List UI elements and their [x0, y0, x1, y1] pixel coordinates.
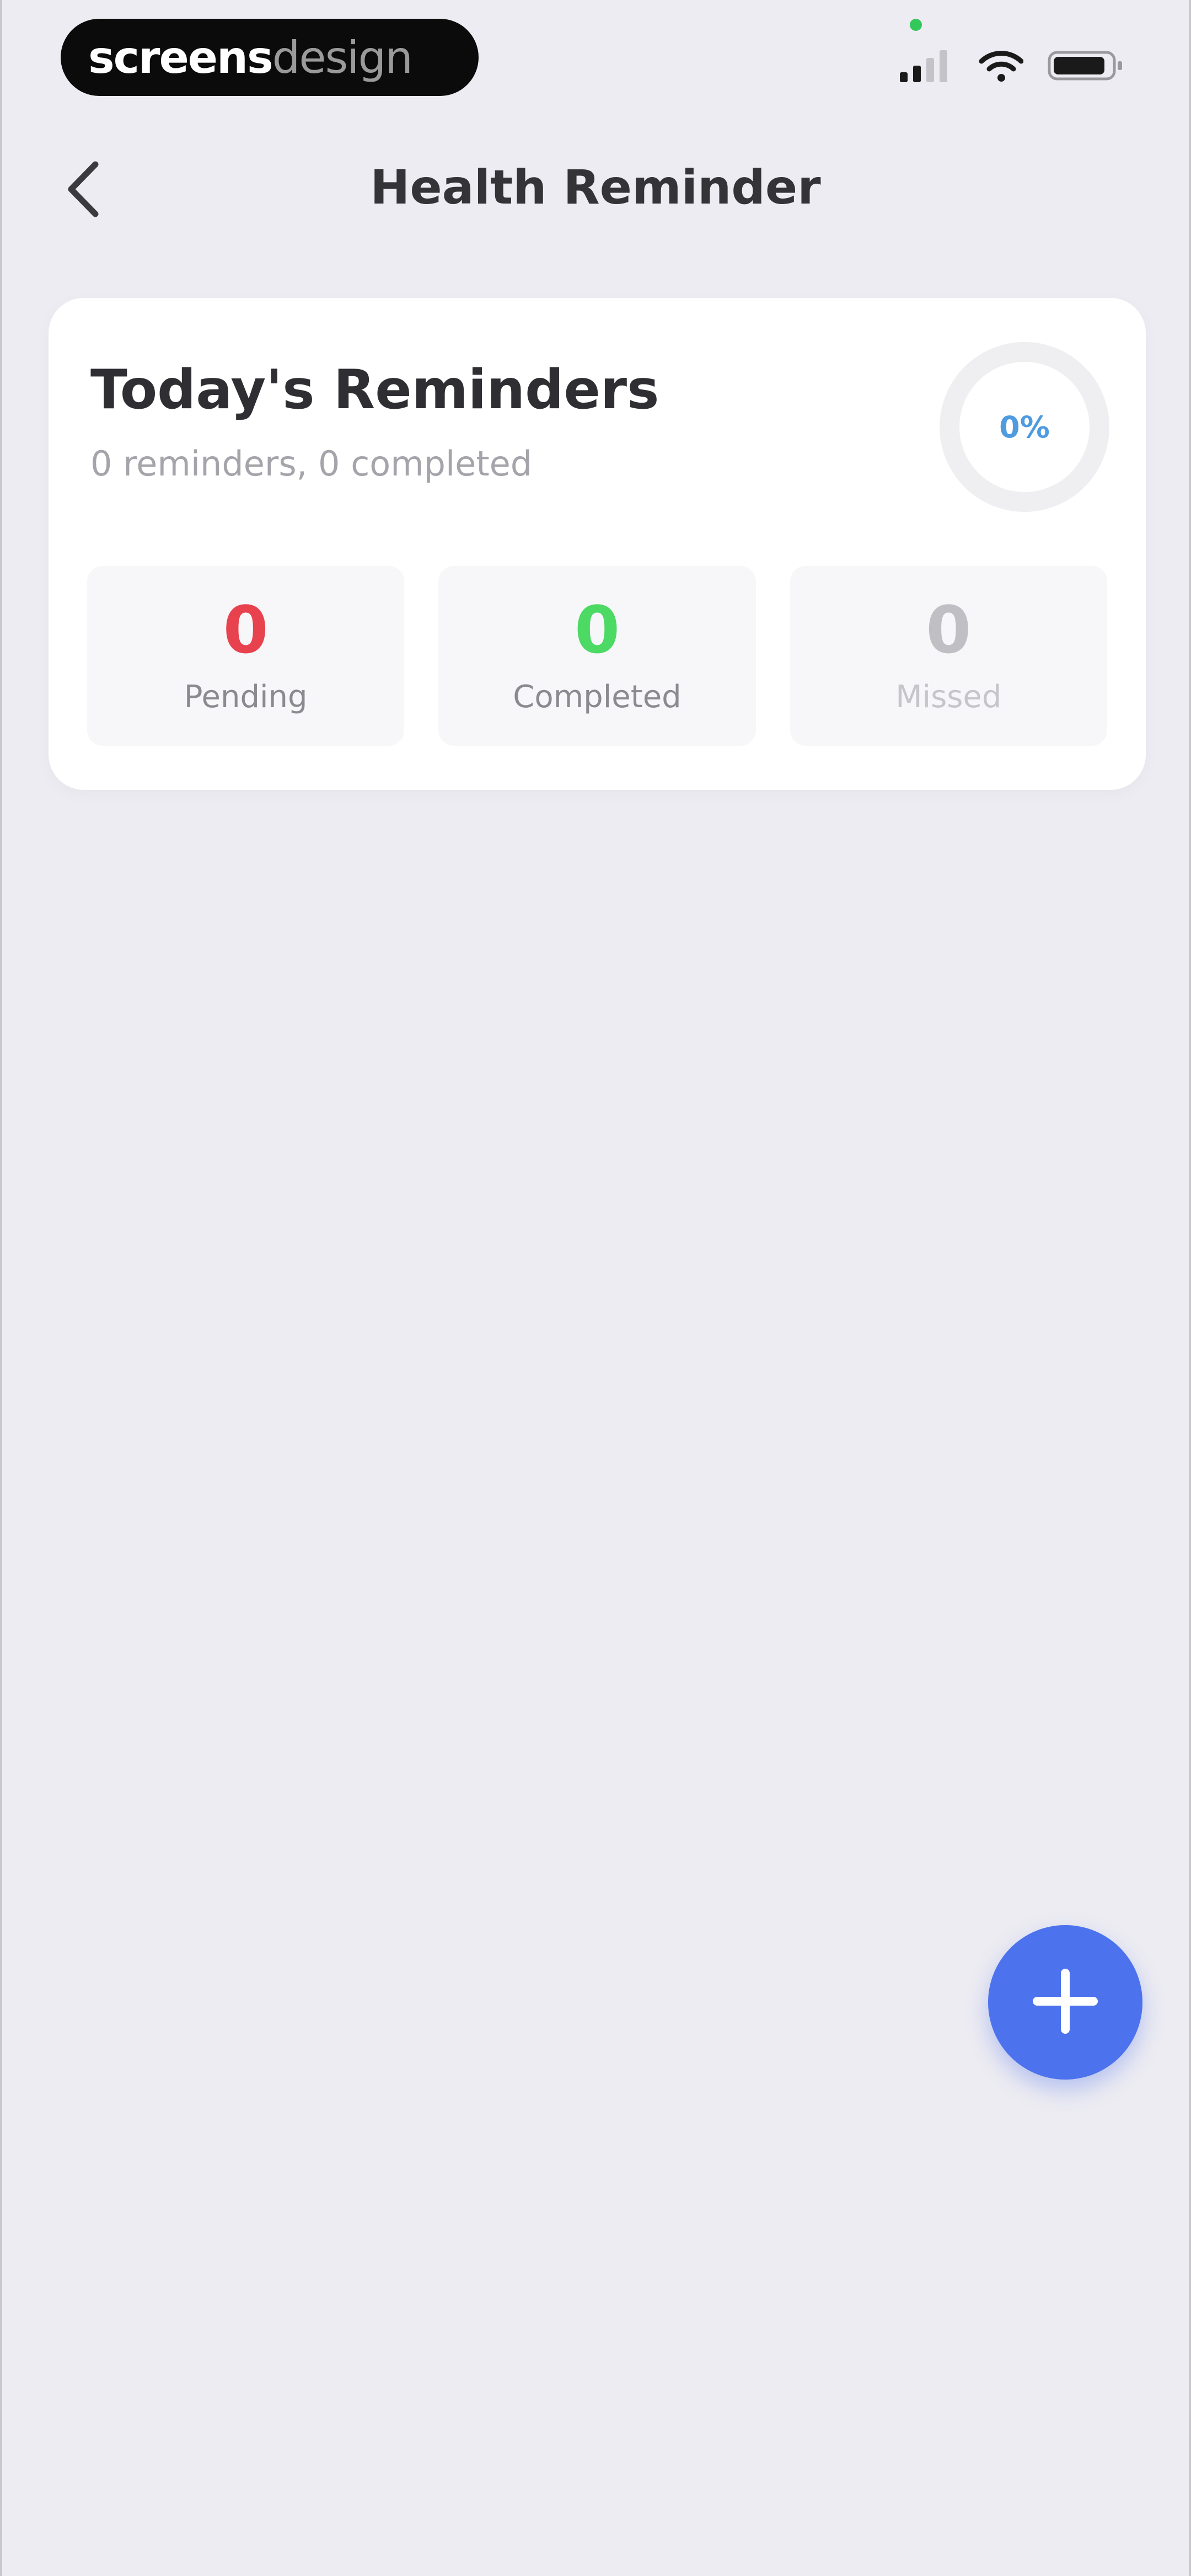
battery-icon	[1048, 49, 1125, 84]
card-title: Today's Reminders	[90, 359, 659, 421]
brand-logo-secondary: design	[272, 31, 413, 83]
todays-reminders-card: Today's Reminders 0 reminders, 0 complet…	[49, 298, 1146, 790]
plus-icon	[1029, 1965, 1101, 2039]
cellular-signal-icon	[900, 49, 955, 84]
stat-completed-label: Completed	[513, 678, 682, 715]
page-title: Health Reminder	[370, 160, 821, 215]
progress-percentage: 0%	[999, 409, 1050, 445]
status-bar: screens design	[2, 0, 1189, 116]
privacy-indicator	[910, 19, 922, 31]
brand-logo-primary: screens	[88, 31, 273, 83]
stat-missed-label: Missed	[895, 678, 1002, 715]
progress-ring: 0%	[936, 339, 1113, 515]
stat-pending[interactable]: 0 Pending	[87, 566, 405, 746]
stat-missed-value: 0	[926, 591, 972, 668]
add-reminder-button[interactable]	[988, 1925, 1142, 2080]
card-subtitle: 0 reminders, 0 completed	[90, 443, 533, 484]
stat-pending-value: 0	[223, 591, 269, 668]
stat-pending-label: Pending	[184, 678, 308, 715]
wifi-icon	[979, 49, 1024, 84]
status-icons	[900, 47, 1125, 86]
stat-completed[interactable]: 0 Completed	[438, 566, 756, 746]
stat-missed[interactable]: 0 Missed	[790, 566, 1107, 746]
stats-row: 0 Pending 0 Completed 0 Missed	[87, 566, 1107, 746]
stat-completed-value: 0	[574, 591, 620, 668]
brand-logo: screens design	[61, 19, 479, 96]
